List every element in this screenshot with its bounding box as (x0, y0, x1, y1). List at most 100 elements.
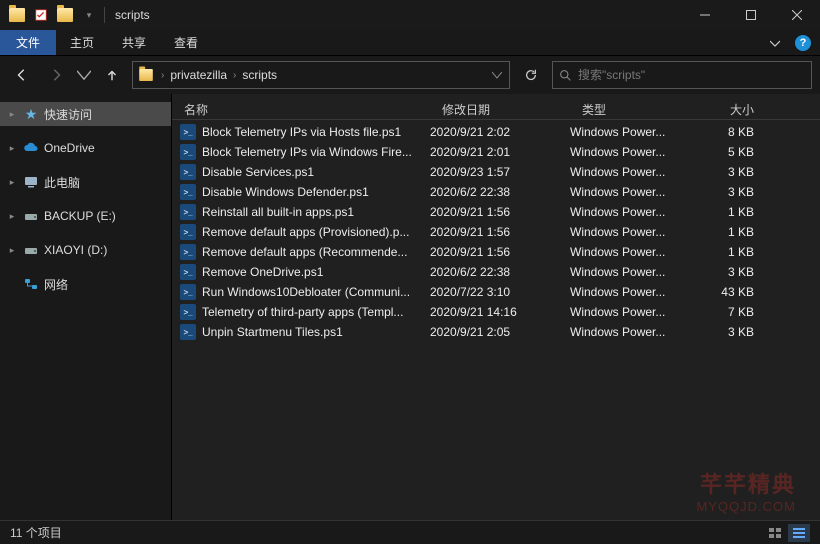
sidebar-item-onedrive[interactable]: ▸ OneDrive (0, 136, 171, 160)
address-folder-icon (133, 68, 159, 82)
file-name: Disable Services.ps1 (202, 165, 314, 179)
chevron-right-icon[interactable]: ▸ (6, 109, 18, 120)
file-type: Windows Power... (570, 265, 690, 279)
app-folder-icon[interactable] (6, 4, 28, 26)
view-details-button[interactable] (788, 524, 810, 542)
file-date: 2020/9/21 2:01 (430, 145, 570, 159)
file-date: 2020/9/23 1:57 (430, 165, 570, 179)
powershell-file-icon: >_ (180, 244, 196, 260)
file-name: Remove OneDrive.ps1 (202, 265, 323, 279)
qat-properties-icon[interactable] (30, 4, 52, 26)
address-bar[interactable]: › privatezilla › scripts (132, 61, 510, 89)
column-headers: 名称 修改日期 类型 大小 (172, 94, 820, 120)
statusbar: 11 个项目 (0, 520, 820, 544)
file-row[interactable]: >_Block Telemetry IPs via Windows Fire..… (172, 142, 820, 162)
forward-button[interactable] (42, 61, 70, 89)
file-row[interactable]: >_Disable Windows Defender.ps12020/6/2 2… (172, 182, 820, 202)
watermark: 芊芊精典 MYQQJD.COM (696, 467, 796, 514)
drive-icon (22, 241, 40, 259)
file-row[interactable]: >_Telemetry of third-party apps (Templ..… (172, 302, 820, 322)
close-button[interactable] (774, 0, 820, 30)
view-large-icons-button[interactable] (764, 524, 786, 542)
sidebar-item-label: 快速访问 (44, 106, 92, 123)
refresh-button[interactable] (516, 61, 546, 89)
file-row[interactable]: >_Remove default apps (Provisioned).p...… (172, 222, 820, 242)
tab-share[interactable]: 共享 (108, 30, 160, 55)
search-box[interactable] (552, 61, 812, 89)
qat-new-folder-icon[interactable] (54, 4, 76, 26)
file-row[interactable]: >_Block Telemetry IPs via Hosts file.ps1… (172, 122, 820, 142)
column-header-name[interactable]: 名称 (172, 101, 430, 118)
file-size: 1 KB (690, 205, 770, 219)
window-title: scripts (115, 8, 150, 22)
titlebar: ▾ scripts (0, 0, 820, 30)
file-date: 2020/9/21 2:05 (430, 325, 570, 339)
powershell-file-icon: >_ (180, 164, 196, 180)
tab-view[interactable]: 查看 (160, 30, 212, 55)
file-row[interactable]: >_Disable Services.ps12020/9/23 1:57Wind… (172, 162, 820, 182)
sidebar-item-xiaoyi-drive[interactable]: ▸ XIAOYI (D:) (0, 238, 171, 262)
column-header-size[interactable]: 大小 (690, 101, 770, 118)
minimize-button[interactable] (682, 0, 728, 30)
breadcrumb-item[interactable]: privatezilla (166, 68, 231, 82)
help-button[interactable]: ? (792, 32, 814, 54)
pc-icon (22, 173, 40, 191)
ribbon-expand-icon[interactable] (762, 30, 788, 55)
tab-file[interactable]: 文件 (0, 30, 56, 55)
file-type: Windows Power... (570, 305, 690, 319)
network-icon (22, 275, 40, 293)
address-dropdown-icon[interactable] (485, 70, 509, 80)
breadcrumb-item[interactable]: scripts (238, 68, 281, 82)
tab-home[interactable]: 主页 (56, 30, 108, 55)
file-size: 7 KB (690, 305, 770, 319)
powershell-file-icon: >_ (180, 144, 196, 160)
file-date: 2020/6/2 22:38 (430, 185, 570, 199)
chevron-right-icon[interactable]: ▸ (6, 177, 18, 188)
powershell-file-icon: >_ (180, 204, 196, 220)
powershell-file-icon: >_ (180, 304, 196, 320)
sidebar-item-backup-drive[interactable]: ▸ BACKUP (E:) (0, 204, 171, 228)
file-size: 3 KB (690, 165, 770, 179)
cloud-icon (22, 139, 40, 157)
file-name: Disable Windows Defender.ps1 (202, 185, 369, 199)
maximize-button[interactable] (728, 0, 774, 30)
chevron-right-icon[interactable]: ▸ (6, 143, 18, 154)
sidebar-item-quick-access[interactable]: ▸ ★ 快速访问 (0, 102, 171, 126)
sidebar-item-this-pc[interactable]: ▸ 此电脑 (0, 170, 171, 194)
column-header-type[interactable]: 类型 (570, 101, 690, 118)
file-type: Windows Power... (570, 205, 690, 219)
column-header-date[interactable]: 修改日期 (430, 101, 570, 118)
sidebar-item-network[interactable]: 网络 (0, 272, 171, 296)
quick-access-toolbar: ▾ (6, 4, 100, 26)
file-row[interactable]: >_Remove default apps (Recommende...2020… (172, 242, 820, 262)
file-row[interactable]: >_Unpin Startmenu Tiles.ps12020/9/21 2:0… (172, 322, 820, 342)
file-date: 2020/9/21 1:56 (430, 225, 570, 239)
powershell-file-icon: >_ (180, 324, 196, 340)
back-button[interactable] (8, 61, 36, 89)
file-date: 2020/9/21 1:56 (430, 205, 570, 219)
powershell-file-icon: >_ (180, 224, 196, 240)
chevron-right-icon[interactable]: › (159, 70, 166, 81)
file-date: 2020/6/2 22:38 (430, 265, 570, 279)
qat-dropdown-icon[interactable]: ▾ (78, 4, 100, 26)
file-size: 3 KB (690, 325, 770, 339)
chevron-right-icon[interactable]: ▸ (6, 211, 18, 222)
recent-dropdown-icon[interactable] (76, 61, 92, 89)
file-type: Windows Power... (570, 225, 690, 239)
file-date: 2020/9/21 1:56 (430, 245, 570, 259)
file-row[interactable]: >_ Remove OneDrive.ps1 2020/6/2 22:38Windo… (172, 262, 820, 282)
file-row[interactable]: >_Run Windows10Debloater (Communi...2020… (172, 282, 820, 302)
up-button[interactable] (98, 61, 126, 89)
chevron-right-icon[interactable]: ▸ (6, 245, 18, 256)
file-list: 名称 修改日期 类型 大小 >_Block Telemetry IPs via … (172, 94, 820, 520)
powershell-file-icon: >_ (180, 284, 196, 300)
file-date: 2020/7/22 3:10 (430, 285, 570, 299)
file-size: 1 KB (690, 245, 770, 259)
status-count: 11 个项目 (10, 524, 62, 541)
chevron-right-icon[interactable]: › (231, 70, 238, 81)
file-row[interactable]: >_Reinstall all built-in apps.ps12020/9/… (172, 202, 820, 222)
powershell-file-icon: >_ (180, 264, 196, 280)
search-input[interactable] (578, 68, 805, 82)
file-size: 5 KB (690, 145, 770, 159)
sidebar-item-label: BACKUP (E:) (44, 209, 116, 223)
